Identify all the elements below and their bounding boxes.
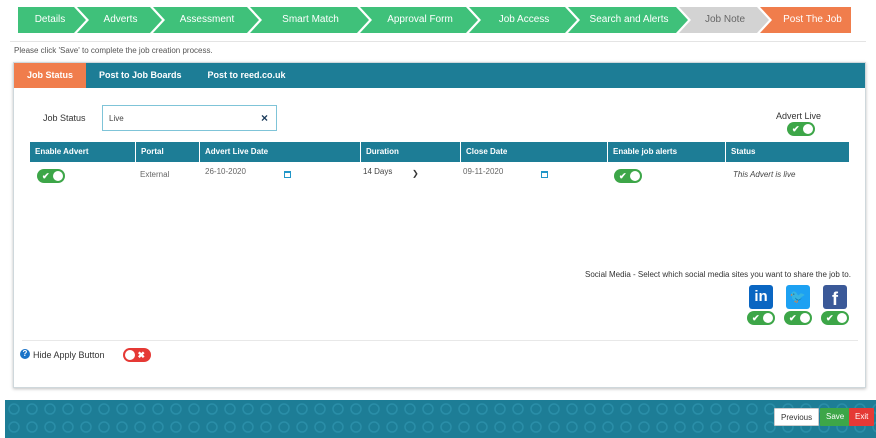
close-date-input[interactable]: 09-11-2020 — [463, 159, 503, 185]
check-icon: ✔ — [42, 171, 50, 181]
step-adverts[interactable]: Adverts — [77, 7, 162, 33]
tab-post-to-job-boards[interactable]: Post to Job Boards — [86, 63, 195, 88]
step-search-alerts[interactable]: Search and Alerts — [568, 7, 688, 33]
job-status-panel: Job Status Post to Job Boards Post to re… — [13, 62, 866, 388]
step-label: Smart Match — [282, 14, 339, 25]
previous-button[interactable]: Previous — [774, 408, 820, 426]
step-label: Search and Alerts — [589, 14, 669, 25]
save-button[interactable]: Save — [820, 408, 851, 426]
wizard-steps: Details Adverts Assessment Smart Match A… — [18, 7, 854, 33]
instruction-text: Please click 'Save' to complete the job … — [14, 46, 213, 55]
step-post-the-job[interactable]: Post The Job — [760, 7, 851, 33]
check-icon: ✔ — [752, 313, 760, 323]
column-header: Status — [731, 147, 756, 156]
step-label: Approval Form — [387, 14, 453, 25]
step-assessment[interactable]: Assessment — [153, 7, 259, 33]
calendar-icon[interactable] — [284, 171, 291, 178]
table-header: Enable Advert Portal Advert Live Date Du… — [30, 142, 849, 162]
close-icon: ✖ — [137, 350, 145, 360]
job-status-value: Live — [109, 114, 124, 123]
live-date-input[interactable]: 26-10-2020 — [205, 159, 246, 185]
hide-apply-label: Hide Apply Button — [33, 350, 105, 360]
linkedin-toggle[interactable]: ✔ — [747, 311, 775, 325]
check-icon: ✔ — [826, 313, 834, 323]
table-row: ✔ External 26-10-2020 14 Days ❯ 09-11-20… — [30, 162, 849, 188]
exit-button[interactable]: Exit — [849, 408, 875, 426]
check-icon: ✔ — [789, 313, 797, 323]
duration-select[interactable]: 14 Days — [363, 159, 392, 185]
step-approval-form[interactable]: Approval Form — [360, 7, 478, 33]
step-job-note[interactable]: Job Note — [679, 7, 769, 33]
tab-job-status[interactable]: Job Status — [14, 63, 87, 88]
step-details[interactable]: Details — [18, 7, 86, 33]
advert-live-toggle[interactable]: ✔ — [787, 122, 815, 136]
footer-bar: Previous Save Exit — [5, 400, 876, 438]
portal-value: External — [140, 170, 170, 179]
help-icon[interactable]: ? — [20, 349, 30, 359]
linkedin-icon[interactable]: in — [749, 285, 773, 309]
column-header: Portal — [136, 142, 200, 162]
social-media-label: Social Media - Select which social media… — [585, 270, 851, 279]
twitter-toggle[interactable]: ✔ — [784, 311, 812, 325]
job-status-select[interactable]: Live × — [102, 105, 277, 131]
check-icon: ✔ — [619, 171, 627, 181]
check-icon: ✔ — [792, 124, 800, 134]
step-smart-match[interactable]: Smart Match — [250, 7, 369, 33]
divider — [10, 41, 866, 42]
step-label: Job Access — [498, 14, 550, 25]
footer-pattern — [5, 400, 876, 438]
divider — [22, 340, 858, 341]
close-icon[interactable]: × — [261, 111, 268, 125]
enable-alerts-toggle[interactable]: ✔ — [614, 169, 642, 183]
facebook-toggle[interactable]: ✔ — [821, 311, 849, 325]
column-header: Enable Advert — [30, 142, 136, 162]
step-job-access[interactable]: Job Access — [469, 7, 577, 33]
advert-status: This Advert is live — [733, 170, 796, 179]
step-label: Post The Job — [783, 14, 842, 25]
twitter-icon[interactable]: 🐦 — [786, 285, 810, 309]
hide-apply-toggle[interactable]: ✖ — [123, 348, 151, 362]
step-label: Details — [34, 14, 66, 25]
enable-advert-toggle[interactable]: ✔ — [37, 169, 65, 183]
step-label: Assessment — [179, 14, 235, 25]
chevron-down-icon[interactable]: ❯ — [412, 169, 419, 178]
tab-post-to-reed[interactable]: Post to reed.co.uk — [195, 63, 299, 88]
column-header: Enable job alerts — [608, 142, 726, 162]
adverts-table: Enable Advert Portal Advert Live Date Du… — [30, 142, 849, 188]
tab-bar: Job Status Post to Job Boards Post to re… — [14, 63, 865, 88]
advert-live-label: Advert Live — [776, 111, 822, 121]
facebook-icon[interactable]: f — [823, 285, 847, 309]
job-status-label: Job Status — [43, 113, 86, 123]
calendar-icon[interactable] — [541, 171, 548, 178]
